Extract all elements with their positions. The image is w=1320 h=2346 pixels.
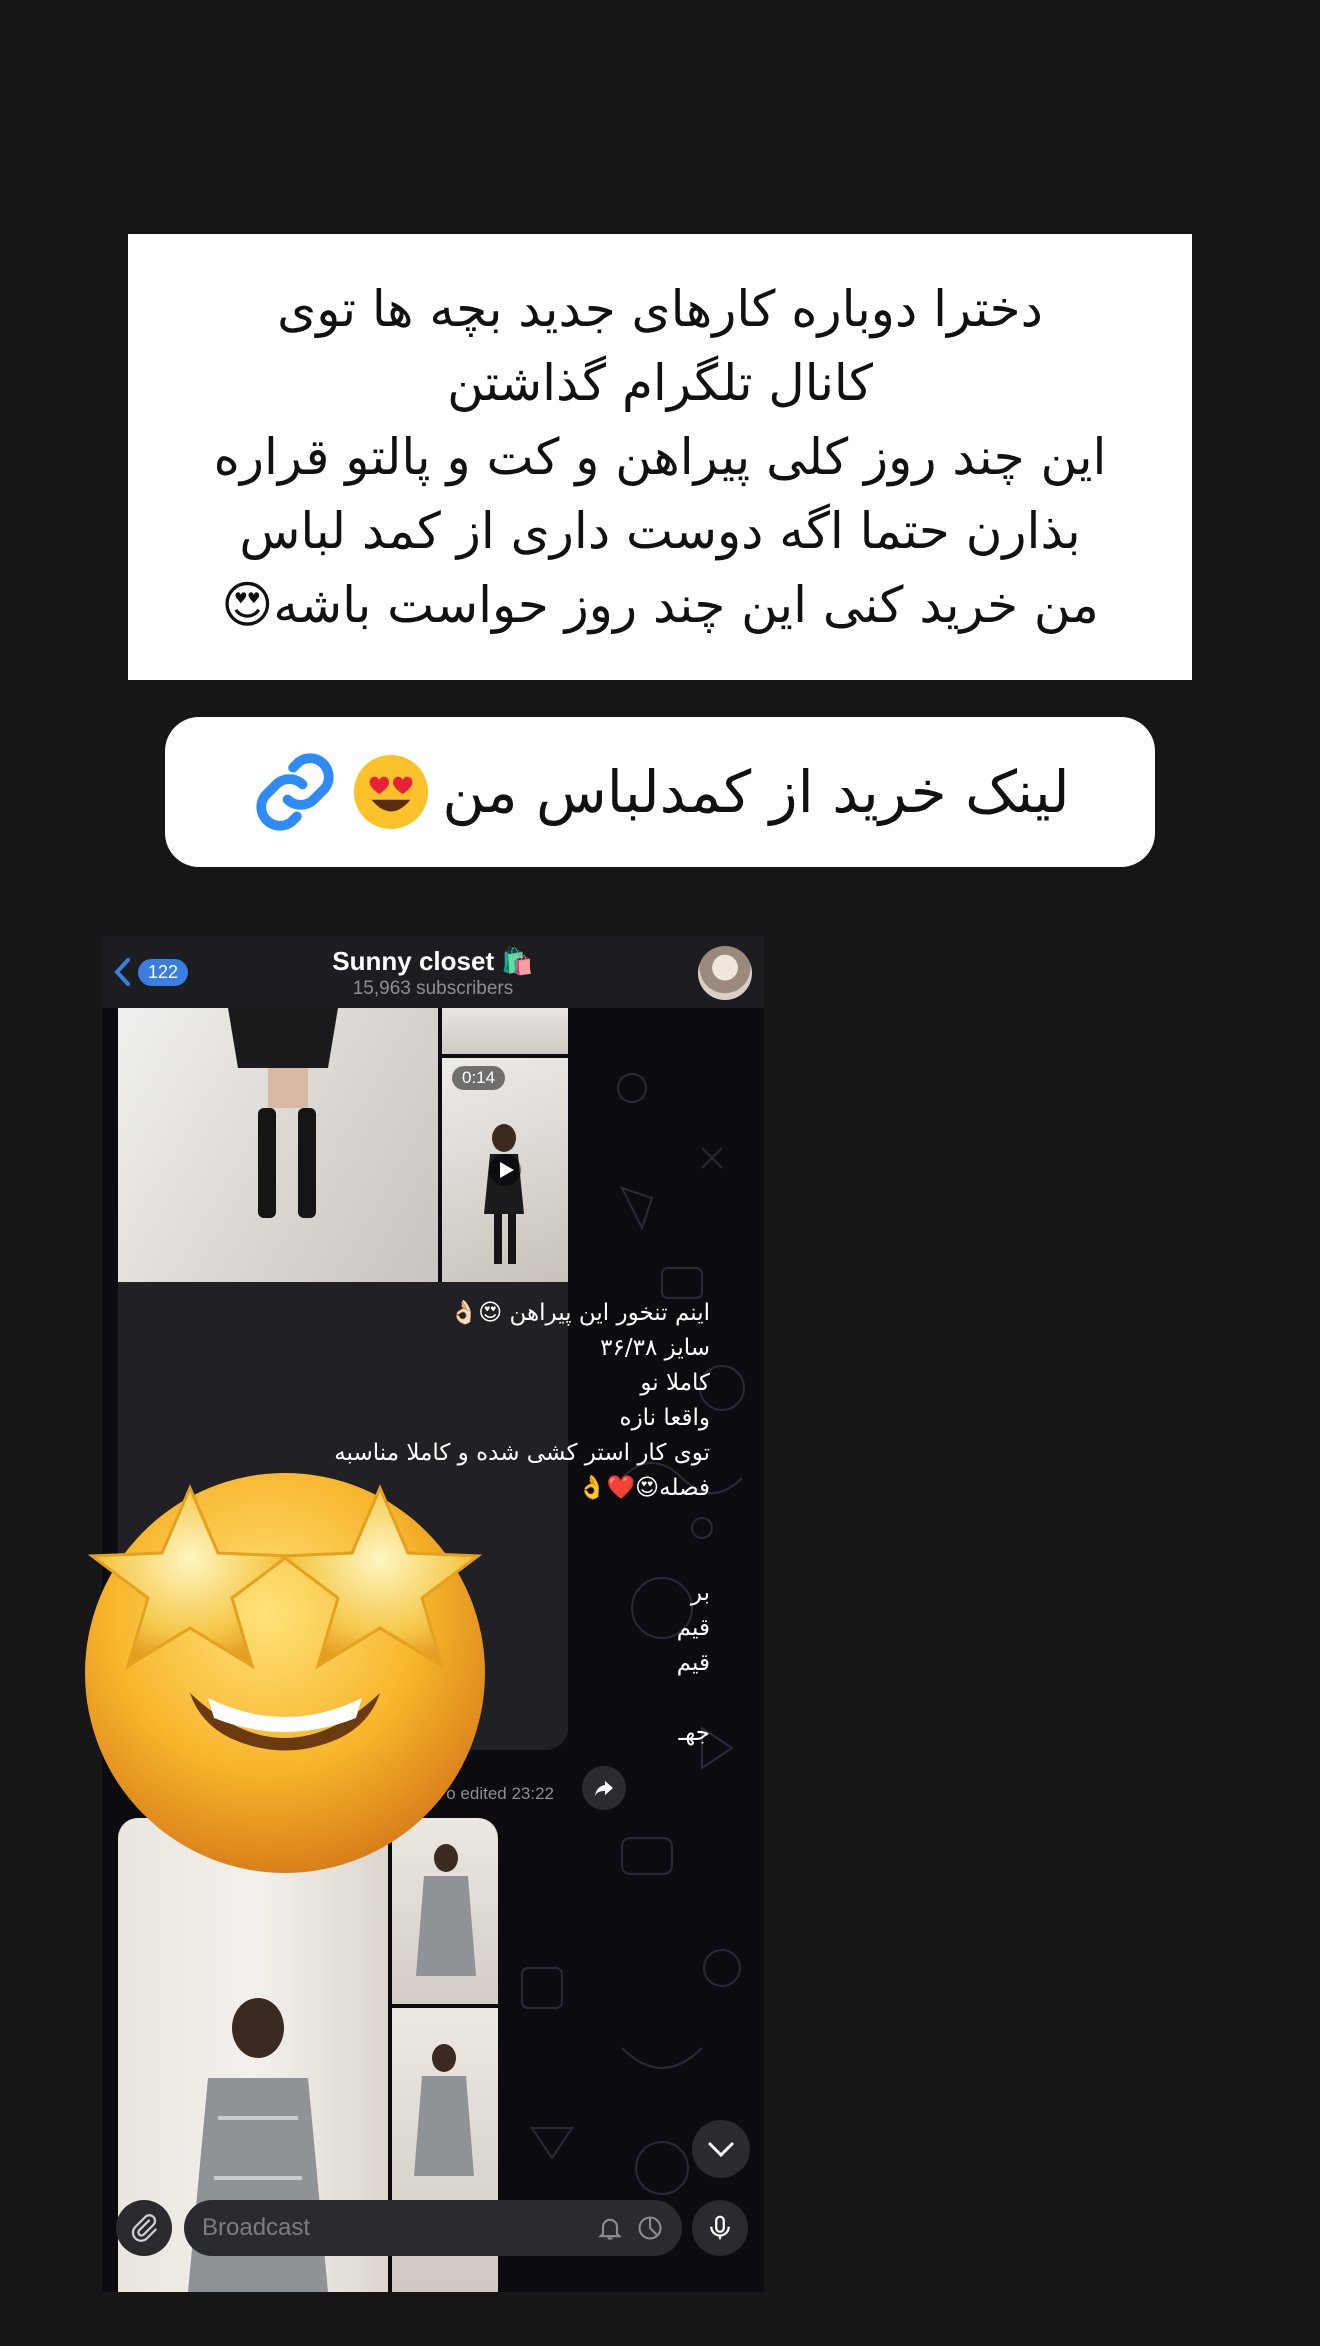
scroll-down-button[interactable] (692, 2120, 750, 2178)
media-photo[interactable] (442, 1008, 568, 1054)
caption-line: من خرید کنی این چند روز حواست باشه😍 (221, 576, 1099, 634)
story-caption: دخترا دوباره کارهای جدید بچه ها توی کانا… (128, 234, 1192, 680)
share-arrow-icon (595, 1781, 613, 1796)
microphone-icon (710, 2215, 730, 2240)
video-content (484, 1124, 524, 1264)
message-line: سایز ۳۶/۳۸ (600, 1335, 710, 1361)
composer-bar: Broadcast (102, 2188, 764, 2268)
subscriber-count: 15,963 subscribers (352, 978, 514, 999)
caption-line: بذارن حتما اگه دوست داری از کمد لباس (239, 502, 1081, 560)
link-icon (256, 753, 334, 831)
caption-line: کانال تلگرام گذاشتن (447, 354, 873, 412)
message-line: کاملا نو (640, 1370, 710, 1396)
microphone-button[interactable] (692, 2200, 748, 2256)
message-line: اینم تنخور این پیراهن 😍👌🏻 (449, 1300, 710, 1326)
chat-header: 122 Sunny closet 🛍️ 15,963 subscribers (102, 936, 764, 1008)
caption-line: این چند روز کلی پیراهن و کت و پالتو قرار… (213, 428, 1107, 486)
video-duration: 0:14 (452, 1066, 506, 1090)
link-sticker-label: لینک خرید از کمدلباس من (442, 758, 1070, 826)
channel-avatar[interactable] (698, 946, 752, 1000)
message-input-placeholder: Broadcast (202, 2214, 311, 2241)
caption-line: دخترا دوباره کارهای جدید بچه ها توی (277, 280, 1043, 338)
share-button[interactable] (582, 1766, 626, 1810)
media-photo[interactable] (118, 1008, 438, 1282)
media-video[interactable]: 0:14 (442, 1058, 568, 1282)
link-sticker[interactable]: لینک خرید از کمدلباس من (165, 717, 1155, 867)
timer-icon[interactable] (636, 2214, 664, 2242)
bell-icon[interactable] (596, 2214, 624, 2242)
attach-button[interactable] (116, 2200, 172, 2256)
message-input[interactable]: Broadcast (184, 2200, 682, 2256)
channel-title[interactable]: Sunny closet 🛍️ (102, 946, 764, 977)
photo-content (228, 1008, 338, 1218)
message-line: واقعا نازه (619, 1405, 710, 1431)
chevron-down-icon (708, 2142, 734, 2158)
heart-eyes-emoji-icon (354, 754, 429, 830)
star-struck-emoji-icon[interactable] (60, 1458, 510, 1878)
paperclip-icon (131, 2214, 157, 2242)
